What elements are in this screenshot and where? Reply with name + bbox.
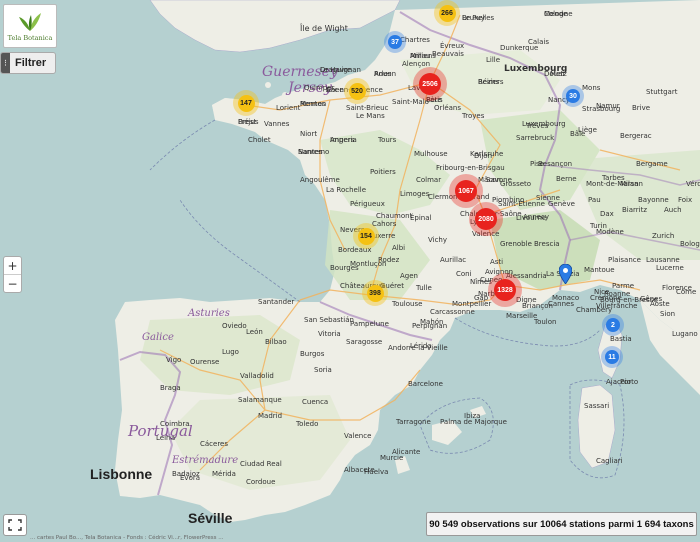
region-label-galicia: Galice	[142, 332, 174, 343]
zoom-control: + −	[3, 256, 22, 293]
cluster-count: 2506	[419, 73, 441, 95]
cluster-count: 2	[606, 318, 620, 332]
observation-cluster-marker[interactable]: 2	[602, 314, 624, 336]
zoom-out-button[interactable]: −	[4, 274, 21, 292]
tela-botanica-logo[interactable]: Tela Botanica	[3, 4, 57, 48]
region-label-asturias: Asturies	[188, 308, 230, 319]
location-pin-icon[interactable]	[558, 263, 573, 289]
observation-cluster-marker[interactable]: 266	[434, 0, 460, 26]
observation-cluster-marker[interactable]: 147	[233, 90, 259, 116]
cluster-count: 11	[605, 350, 619, 364]
cluster-count: 1328	[494, 279, 516, 301]
cluster-count: 37	[388, 35, 402, 49]
zoom-in-button[interactable]: +	[4, 257, 21, 274]
cluster-count: 266	[438, 4, 456, 22]
cluster-count: 30	[566, 89, 580, 103]
map-viewport[interactable]: Guernesey Jersey Île de Wight Luxembourg…	[0, 0, 700, 542]
observation-cluster-marker[interactable]: 11	[601, 346, 623, 368]
observation-cluster-marker[interactable]: 520	[344, 78, 370, 104]
observation-cluster-marker[interactable]: 2080	[469, 202, 503, 236]
leaf-logo-icon	[19, 12, 41, 31]
cluster-count: 154	[357, 227, 375, 245]
cluster-count: 1067	[455, 180, 477, 202]
filter-button[interactable]: ⋮ Filtrer	[0, 52, 56, 74]
cluster-count: 398	[366, 284, 384, 302]
cluster-count: 2080	[475, 208, 497, 230]
observation-cluster-marker[interactable]: 154	[353, 223, 379, 249]
city-label-lisbon: Lisbonne	[90, 466, 153, 482]
drag-handle-icon[interactable]: ⋮	[1, 53, 10, 73]
city-label-seville: Séville	[188, 510, 233, 526]
observations-summary: 90 549 observations sur 10064 stations p…	[426, 512, 697, 536]
logo-text: Tela Botanica	[7, 33, 53, 42]
cluster-count: 147	[237, 94, 255, 112]
observation-cluster-marker[interactable]: 2506	[413, 67, 447, 101]
fullscreen-button[interactable]	[3, 514, 27, 536]
observation-cluster-marker[interactable]: 1328	[488, 273, 522, 307]
region-label-guernsey: Guernesey	[262, 64, 338, 80]
region-label-jersey: Jersey	[288, 80, 332, 96]
fullscreen-icon	[8, 519, 22, 531]
filter-button-label: Filtrer	[15, 57, 47, 69]
region-label-portugal: Portugal	[128, 422, 193, 440]
observation-cluster-marker[interactable]: 37	[384, 31, 406, 53]
region-label-extremadura: Estrémadure	[172, 455, 239, 466]
cluster-count: 520	[348, 82, 366, 100]
observation-cluster-marker[interactable]: 398	[362, 280, 388, 306]
map-attribution: ... cartes Paul Bo..., Tela Botanica - F…	[30, 535, 224, 541]
observation-cluster-marker[interactable]: 30	[562, 85, 584, 107]
